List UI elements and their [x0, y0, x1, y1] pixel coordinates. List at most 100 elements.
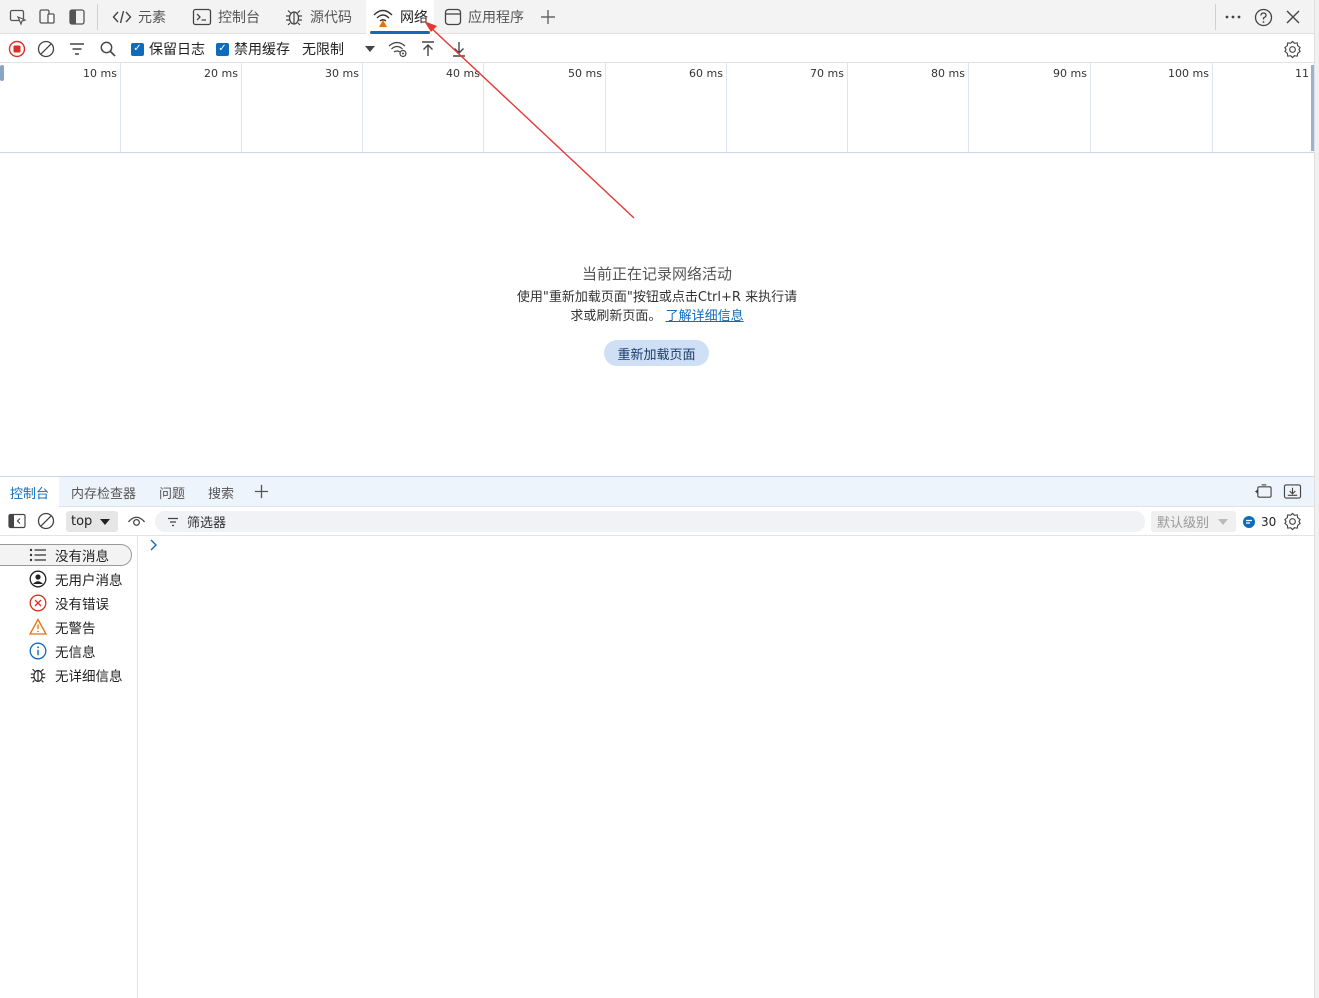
console-icon — [192, 8, 212, 26]
sidebar-item-verbose[interactable]: 无详细信息 — [0, 664, 132, 686]
clear-console-icon[interactable] — [37, 512, 55, 530]
sidebar-item-messages[interactable]: 没有消息 — [0, 544, 132, 566]
tick-label: 20 ms — [204, 67, 238, 80]
filter-icon[interactable] — [68, 38, 86, 60]
dock-side-icon[interactable] — [67, 7, 87, 27]
clear-icon[interactable] — [37, 38, 55, 60]
chevron-down-icon — [1217, 517, 1229, 527]
timeline-tick: 70 ms — [727, 63, 848, 152]
tab-label: 元素 — [138, 10, 166, 26]
tick-label: 40 ms — [446, 67, 480, 80]
message-count-badge[interactable]: 30 — [1242, 514, 1276, 530]
timeline-tick: 20 ms — [121, 63, 242, 152]
disable-cache-label: 禁用缓存 — [234, 42, 290, 58]
import-har-icon[interactable] — [419, 38, 437, 60]
empty-state-description: 使用"重新加载页面"按钮或点击Ctrl+R 来执行请 求或刷新页面。 了解详细信… — [507, 288, 807, 326]
log-level-value: 默认级别 — [1157, 516, 1210, 531]
record-stop-icon[interactable] — [8, 38, 26, 60]
chevron-down-icon[interactable] — [363, 38, 377, 60]
chevron-down-icon — [99, 517, 111, 527]
description-line: 求或刷新页面。 了解详细信息 — [507, 307, 807, 326]
device-emulation-icon[interactable] — [37, 7, 57, 27]
list-icon — [29, 548, 47, 562]
export-har-icon[interactable] — [450, 38, 468, 60]
tab-network[interactable]: 网络 — [366, 0, 434, 34]
description-text: 求或刷新页面。 — [570, 309, 662, 324]
sidebar-item-label: 没有错误 — [55, 597, 109, 613]
learn-more-link[interactable]: 了解详细信息 — [666, 309, 744, 324]
timeline-tick: 50 ms — [484, 63, 606, 152]
message-count: 30 — [1261, 515, 1277, 529]
tick-label: 11 — [1295, 67, 1309, 80]
bug-icon — [284, 7, 304, 27]
sidebar-item-user-messages[interactable]: 无用户消息 — [0, 568, 132, 590]
more-options-icon[interactable] — [1223, 7, 1243, 27]
checkbox-checked[interactable] — [216, 42, 229, 56]
search-icon[interactable] — [99, 38, 117, 60]
throttling-select[interactable]: 无限制 — [302, 38, 344, 60]
timeline-tick: 80 ms — [848, 63, 969, 152]
tick-label: 30 ms — [325, 67, 359, 80]
drawer-tab-console[interactable]: 控制台 — [0, 477, 60, 507]
sidebar-item-label: 无警告 — [55, 621, 96, 637]
live-expression-eye-icon[interactable] — [127, 513, 146, 529]
sidebar-item-errors[interactable]: 没有错误 — [0, 592, 132, 614]
application-icon — [444, 8, 462, 26]
log-level-select[interactable]: 默认级别 — [1151, 511, 1236, 532]
drawer-tab-memory-inspector[interactable]: 内存检查器 — [61, 477, 146, 507]
dock-drawer-icon[interactable] — [1254, 483, 1273, 500]
add-tab-icon[interactable] — [538, 7, 558, 27]
console-toolbar: top 筛选器 默认级别 30 — [0, 507, 1314, 536]
tab-console[interactable]: 控制台 — [186, 0, 266, 34]
add-tab-icon[interactable] — [253, 483, 270, 500]
tab-label: 网络 — [400, 10, 428, 26]
divider — [1215, 4, 1216, 30]
timeline-tick: 60 ms — [606, 63, 727, 152]
help-icon[interactable] — [1253, 7, 1273, 27]
context-select[interactable]: top — [66, 511, 118, 532]
sidebar-item-warnings[interactable]: 无警告 — [0, 616, 132, 638]
inspect-element-icon[interactable] — [8, 7, 28, 27]
tick-label: 70 ms — [810, 67, 844, 80]
settings-gear-icon[interactable] — [1283, 38, 1302, 60]
timeline-tick: 90 ms — [969, 63, 1091, 152]
network-conditions-icon[interactable] — [388, 38, 408, 60]
window-edge — [1314, 0, 1319, 998]
info-icon — [29, 642, 47, 660]
tab-elements[interactable]: 元素 — [106, 0, 172, 34]
console-output[interactable] — [139, 536, 1314, 998]
timeline-tick: 30 ms — [242, 63, 363, 152]
drawer-tab-issues[interactable]: 问题 — [149, 477, 195, 507]
tick-label: 50 ms — [568, 67, 602, 80]
checkbox-checked[interactable] — [131, 42, 144, 56]
divider — [97, 4, 98, 30]
preserve-log-label: 保留日志 — [149, 42, 205, 58]
preserve-log-checkbox[interactable]: 保留日志 — [131, 38, 205, 60]
error-icon — [29, 594, 47, 612]
tab-sources[interactable]: 源代码 — [278, 0, 358, 34]
throttling-value: 无限制 — [302, 42, 344, 58]
filter-placeholder: 筛选器 — [187, 516, 227, 531]
message-bubble-icon — [1242, 515, 1256, 529]
timeline-tick: 11 — [1213, 63, 1312, 152]
network-overview-timeline[interactable]: 10 ms 20 ms 30 ms 40 ms 50 ms 60 ms 70 m… — [0, 63, 1314, 153]
sidebar-toggle-icon[interactable] — [8, 513, 26, 529]
code-icon — [112, 9, 132, 25]
description-line: 使用"重新加载页面"按钮或点击Ctrl+R 来执行请 — [516, 290, 798, 305]
empty-state-title: 当前正在记录网络活动 — [581, 265, 732, 283]
disable-cache-checkbox[interactable]: 禁用缓存 — [216, 38, 290, 60]
console-prompt-chevron-icon[interactable] — [149, 539, 159, 551]
close-icon[interactable] — [1283, 7, 1303, 27]
tab-application[interactable]: 应用程序 — [438, 0, 530, 34]
tick-label: 10 ms — [83, 67, 117, 80]
sidebar-item-info[interactable]: 无信息 — [0, 640, 132, 662]
sidebar-item-label: 无详细信息 — [55, 669, 123, 685]
bug-icon — [29, 666, 47, 684]
close-drawer-icon[interactable] — [1283, 483, 1302, 500]
drawer-tab-search[interactable]: 搜索 — [198, 477, 244, 507]
console-settings-gear-icon[interactable] — [1283, 512, 1302, 531]
reload-page-button[interactable]: 重新加载页面 — [604, 340, 709, 366]
tab-label: 控制台 — [218, 10, 260, 26]
sidebar-item-label: 没有消息 — [55, 549, 109, 565]
console-filter-input[interactable]: 筛选器 — [155, 511, 1145, 532]
